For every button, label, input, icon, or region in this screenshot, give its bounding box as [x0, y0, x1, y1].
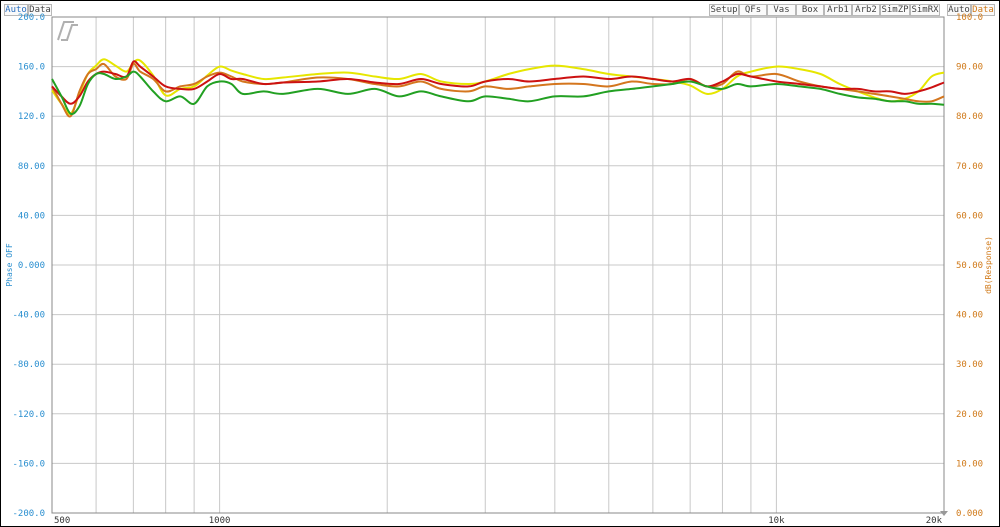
- right-tick-label: 10.00: [956, 459, 983, 469]
- right-tick-label: 20.00: [956, 410, 983, 420]
- right-tick-label: 60.00: [956, 211, 983, 221]
- left-tick-label: 80.00: [18, 162, 45, 172]
- x-tick-label: 10k: [768, 516, 785, 526]
- right-tick-label: 40.00: [956, 311, 983, 321]
- left-tick-label: -160.0: [12, 459, 45, 469]
- logo-icon: [57, 21, 78, 41]
- right-tick-label: 90.00: [956, 63, 983, 73]
- x-tick-label: 20k: [926, 516, 943, 526]
- right-tick-label: 30.00: [956, 360, 983, 370]
- left-tick-label: 0.000: [18, 261, 45, 271]
- series-layer: [51, 58, 945, 118]
- chart-window: Auto Data Setup QFs Vas Box Arb1 Arb2 Si…: [0, 0, 1000, 527]
- left-tick-label: -80.00: [12, 360, 45, 370]
- left-tick-label: -120.0: [12, 410, 45, 420]
- left-axis-title: Phase OFF: [5, 243, 14, 287]
- right-tick-label: 100.0: [956, 13, 983, 23]
- right-axis-title: dB(Response): [984, 236, 993, 294]
- right-tick-label: 50.00: [956, 261, 983, 271]
- x-tick-label: 1000: [209, 516, 231, 526]
- chart-plot: 200.0 160.0 120.0 80.00 40.00 0.000 -40.00 -80.…: [5, 13, 993, 526]
- grid: [52, 16, 945, 514]
- right-tick-label: 0.000: [956, 509, 983, 519]
- left-tick-label: 40.00: [18, 211, 45, 221]
- right-tick-label: 70.00: [956, 162, 983, 172]
- left-tick-label: -40.00: [12, 311, 45, 321]
- left-tick-label: 160.0: [18, 63, 45, 73]
- x-tick-label: 500: [54, 516, 70, 526]
- left-tick-label: -200.0: [12, 509, 45, 519]
- left-tick-label: 200.0: [18, 13, 45, 23]
- right-tick-label: 80.00: [956, 112, 983, 122]
- left-tick-label: 120.0: [18, 112, 45, 122]
